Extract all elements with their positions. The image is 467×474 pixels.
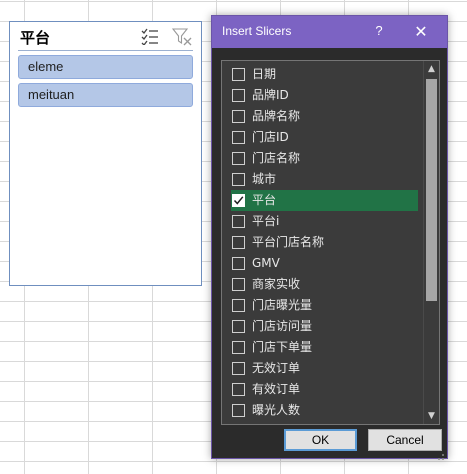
checkbox-icon[interactable] <box>232 278 245 291</box>
scroll-down-arrow-icon[interactable]: ▼ <box>424 408 439 424</box>
slicer-item-meituan[interactable]: meituan <box>18 83 193 107</box>
checkbox-checked-icon[interactable] <box>232 194 245 207</box>
field-item[interactable]: 门店名称 <box>231 148 418 169</box>
field-item[interactable]: 品牌名称 <box>231 106 418 127</box>
dialog-title: Insert Slicers <box>222 24 292 38</box>
field-item-label: 品牌名称 <box>252 109 301 123</box>
cancel-button[interactable]: Cancel <box>368 429 442 451</box>
checkbox-icon[interactable] <box>232 404 245 417</box>
clear-filter-icon[interactable] <box>171 28 192 46</box>
slicer-item-list: eleme meituan <box>18 55 193 111</box>
checkbox-icon[interactable] <box>232 110 245 123</box>
slicer-panel[interactable]: 平台 eleme meituan <box>9 21 202 286</box>
field-item-label: 城市 <box>252 172 277 186</box>
field-item-label: 日期 <box>252 67 277 81</box>
dialog-titlebar[interactable]: Insert Slicers ? ✕ <box>212 16 447 48</box>
field-item-label: 有效订单 <box>252 382 301 396</box>
field-item[interactable]: 门店访问量 <box>231 316 418 337</box>
scroll-up-arrow-icon[interactable]: ▲ <box>424 61 439 77</box>
field-item-label: 门店ID <box>252 130 289 144</box>
checkbox-icon[interactable] <box>232 320 245 333</box>
field-item[interactable]: 品牌ID <box>231 85 418 106</box>
checkbox-icon[interactable] <box>232 173 245 186</box>
checkbox-icon[interactable] <box>232 89 245 102</box>
field-item[interactable]: 日期 <box>231 64 418 85</box>
close-button[interactable]: ✕ <box>408 20 434 44</box>
field-item[interactable]: 平台门店名称 <box>231 232 418 253</box>
field-item[interactable]: 城市 <box>231 169 418 190</box>
field-item[interactable]: 平台 <box>231 190 418 211</box>
field-item-label: 门店访问量 <box>252 319 313 333</box>
field-item-label: 门店曝光量 <box>252 298 313 312</box>
field-item[interactable]: 商家实收 <box>231 274 418 295</box>
field-list[interactable]: 日期品牌ID 品牌名称门店ID 门店名称城市平台平台i 平台门店名称 GMV 商家实收门店… <box>221 60 440 425</box>
scroll-thumb[interactable] <box>426 79 437 301</box>
field-item-label: 曝光人数 <box>252 403 301 417</box>
field-list-scrollbar[interactable]: ▲ ▼ <box>423 61 439 424</box>
field-list-items: 日期品牌ID 品牌名称门店ID 门店名称城市平台平台i 平台门店名称 GMV 商家实收门店… <box>222 64 422 421</box>
field-item-label: 无效订单 <box>252 361 301 375</box>
field-item[interactable]: 门店曝光量 <box>231 295 418 316</box>
field-item[interactable]: GMV <box>231 253 418 274</box>
field-item-label: GMV <box>252 256 280 270</box>
field-item[interactable]: 门店ID <box>231 127 418 148</box>
slicer-header-divider <box>18 50 193 51</box>
checkbox-icon[interactable] <box>232 383 245 396</box>
checkbox-icon[interactable] <box>232 236 245 249</box>
field-item[interactable]: 无效订单 <box>231 358 418 379</box>
checkbox-icon[interactable] <box>232 215 245 228</box>
slicer-title: 平台 <box>20 29 51 47</box>
field-item-label: 商家实收 <box>252 277 301 291</box>
field-item-label: 平台门店名称 <box>252 235 325 249</box>
checkbox-icon[interactable] <box>232 131 245 144</box>
checkbox-icon[interactable] <box>232 257 245 270</box>
field-item[interactable]: 平台i <box>231 211 418 232</box>
ok-button[interactable]: OK <box>284 429 357 451</box>
resize-grip-icon[interactable] <box>435 446 445 460</box>
slicer-header: 平台 <box>10 22 201 52</box>
field-item-label: 平台i <box>252 214 280 228</box>
checkbox-icon[interactable] <box>232 68 245 81</box>
field-item-label: 门店名称 <box>252 151 301 165</box>
checkbox-icon[interactable] <box>232 152 245 165</box>
help-button[interactable]: ? <box>370 21 388 41</box>
slicer-item-eleme[interactable]: eleme <box>18 55 193 79</box>
multi-select-icon[interactable] <box>141 28 159 46</box>
insert-slicers-dialog: Insert Slicers ? ✕ 日期品牌ID 品牌名称门店ID 门店名称城市平… <box>211 15 448 460</box>
field-item[interactable]: 曝光人数 <box>231 400 418 421</box>
field-item-label: 品牌ID <box>252 88 289 102</box>
checkbox-icon[interactable] <box>232 362 245 375</box>
checkbox-icon[interactable] <box>232 299 245 312</box>
field-item-label: 平台 <box>252 193 277 207</box>
field-item[interactable]: 有效订单 <box>231 379 418 400</box>
field-item-label: 门店下单量 <box>252 340 313 354</box>
field-item[interactable]: 门店下单量 <box>231 337 418 358</box>
checkbox-icon[interactable] <box>232 341 245 354</box>
